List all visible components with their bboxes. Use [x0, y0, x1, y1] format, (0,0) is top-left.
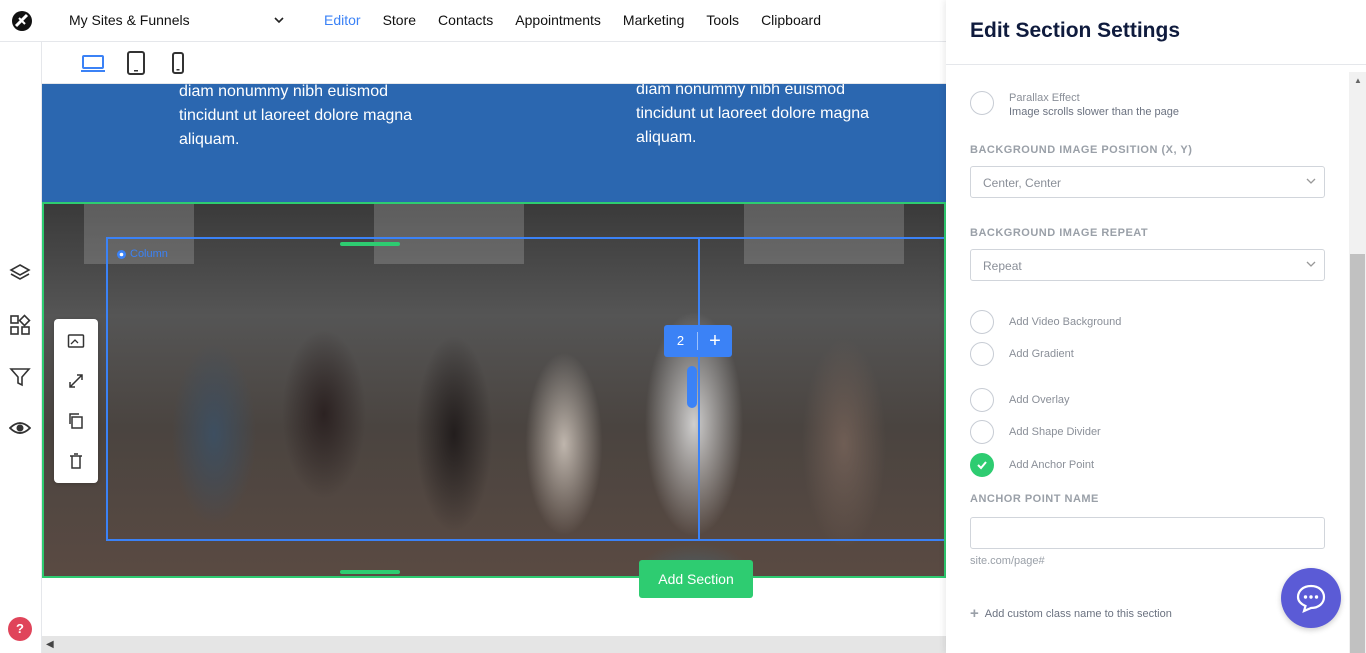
- features-section[interactable]: diam nonummy nibh euismod tincidunt ut l…: [42, 84, 946, 202]
- nav-contacts[interactable]: Contacts: [438, 12, 493, 28]
- preview-eye-icon[interactable]: [9, 417, 31, 439]
- overlay-option[interactable]: Add Overlay: [970, 388, 1070, 412]
- add-custom-class-link[interactable]: + Add custom class name to this section: [970, 605, 1172, 622]
- feature-text-left: diam nonummy nibh euismod tincidunt ut l…: [179, 84, 413, 148]
- main-nav: Editor Store Contacts Appointments Marke…: [324, 12, 843, 28]
- section-settings-panel: Edit Section Settings Parallax Effect Im…: [946, 0, 1366, 653]
- column-label-text: Column: [130, 248, 168, 260]
- chevron-down-icon: [1306, 178, 1316, 184]
- elements-icon[interactable]: [9, 314, 31, 336]
- resize-handle-bottom[interactable]: [340, 570, 400, 574]
- bg-repeat-label: BACKGROUND IMAGE REPEAT: [970, 227, 1149, 239]
- feature-icon-left: [116, 84, 160, 90]
- column-resize-handle[interactable]: [687, 366, 697, 408]
- video-background-option[interactable]: Add Video Background: [970, 310, 1121, 334]
- column-outline[interactable]: [106, 237, 700, 541]
- gradient-radio[interactable]: [970, 342, 994, 366]
- layers-icon[interactable]: [9, 262, 31, 284]
- tablet-icon[interactable]: [123, 51, 149, 75]
- top-navbar: My Sites & Funnels Editor Store Contacts…: [0, 0, 946, 42]
- shape-divider-label: Add Shape Divider: [1009, 426, 1101, 438]
- feature-text-right: diam nonummy nibh euismod tincidunt ut l…: [636, 84, 870, 146]
- nav-store[interactable]: Store: [383, 12, 416, 28]
- nav-tools[interactable]: Tools: [706, 12, 739, 28]
- gear-icon: [117, 249, 126, 259]
- nav-appointments[interactable]: Appointments: [515, 12, 601, 28]
- bg-position-label: BACKGROUND IMAGE POSITION (X, Y): [970, 144, 1193, 156]
- nav-marketing[interactable]: Marketing: [623, 12, 684, 28]
- overlay-label: Add Overlay: [1009, 394, 1070, 406]
- parallax-radio[interactable]: [970, 91, 994, 115]
- bg-position-select[interactable]: Center, Center: [970, 166, 1325, 198]
- device-preview-bar: [42, 42, 946, 84]
- section-toolbox: [54, 319, 98, 483]
- editor-canvas: diam nonummy nibh euismod tincidunt ut l…: [42, 84, 946, 636]
- chat-button[interactable]: [1281, 568, 1341, 628]
- parallax-option[interactable]: Parallax Effect Image scrolls slower tha…: [970, 88, 1179, 118]
- anchor-point-checkbox[interactable]: [970, 453, 994, 477]
- overlay-radio[interactable]: [970, 388, 994, 412]
- expand-icon[interactable]: [67, 372, 85, 390]
- custom-class-label: Add custom class name to this section: [984, 607, 1172, 620]
- scrollbar-thumb[interactable]: [1350, 254, 1365, 653]
- logo-icon[interactable]: [10, 9, 34, 33]
- anchor-point-label: Add Anchor Point: [1009, 459, 1095, 471]
- shape-divider-option[interactable]: Add Shape Divider: [970, 420, 1101, 444]
- resize-handle-top[interactable]: [340, 242, 400, 246]
- video-background-label: Add Video Background: [1009, 316, 1122, 328]
- chevron-down-icon: [274, 17, 284, 24]
- add-section-button[interactable]: Add Section: [639, 560, 753, 598]
- add-column-button[interactable]: +: [698, 331, 732, 351]
- desktop-icon[interactable]: [80, 51, 106, 75]
- nav-clipboard[interactable]: Clipboard: [761, 12, 821, 28]
- background-image-icon[interactable]: [67, 332, 85, 350]
- column-count: 2: [664, 332, 698, 350]
- panel-divider: [946, 64, 1366, 65]
- left-toolbar: [0, 42, 42, 653]
- plus-icon: +: [970, 605, 979, 622]
- scroll-up-icon[interactable]: ▲: [1354, 76, 1362, 85]
- parallax-sub: Image scrolls slower than the page: [1009, 106, 1179, 118]
- anchor-name-label: ANCHOR POINT NAME: [970, 493, 1099, 505]
- vertical-scrollbar[interactable]: ▲: [1349, 72, 1366, 653]
- parallax-label: Parallax Effect: [1009, 92, 1080, 104]
- checkmark-icon: [977, 461, 987, 470]
- app: My Sites & Funnels Editor Store Contacts…: [0, 0, 1366, 653]
- site-selector[interactable]: My Sites & Funnels: [69, 12, 284, 28]
- gradient-option[interactable]: Add Gradient: [970, 342, 1074, 366]
- site-selector-label: My Sites & Funnels: [69, 12, 190, 28]
- feature-icon-right: [540, 84, 596, 88]
- scroll-left-icon[interactable]: ◀: [46, 639, 54, 650]
- hero-image-section[interactable]: Column 2 +: [42, 202, 946, 578]
- column-count-badge[interactable]: 2 +: [664, 325, 732, 357]
- funnel-icon[interactable]: [9, 366, 31, 388]
- duplicate-icon[interactable]: [67, 412, 85, 430]
- anchor-hint: site.com/page#: [970, 555, 1045, 567]
- trash-icon[interactable]: [67, 452, 85, 470]
- bg-repeat-select[interactable]: Repeat: [970, 249, 1325, 281]
- help-button[interactable]: ?: [8, 617, 32, 641]
- anchor-point-option[interactable]: Add Anchor Point: [970, 453, 1094, 477]
- anchor-name-input[interactable]: [970, 517, 1325, 549]
- video-background-radio[interactable]: [970, 310, 994, 334]
- column-outline-2[interactable]: [698, 237, 944, 541]
- nav-editor[interactable]: Editor: [324, 12, 361, 28]
- horizontal-scrollbar[interactable]: ◀: [42, 636, 946, 653]
- panel-title: Edit Section Settings: [970, 19, 1181, 42]
- chat-bubble-icon: [1296, 584, 1326, 613]
- column-label[interactable]: Column: [116, 248, 168, 260]
- bg-repeat-value: Repeat: [983, 259, 1022, 273]
- bg-position-value: Center, Center: [983, 176, 1062, 190]
- shape-divider-radio[interactable]: [970, 420, 994, 444]
- gradient-label: Add Gradient: [1009, 348, 1074, 360]
- mobile-icon[interactable]: [165, 51, 191, 75]
- chevron-down-icon: [1306, 261, 1316, 267]
